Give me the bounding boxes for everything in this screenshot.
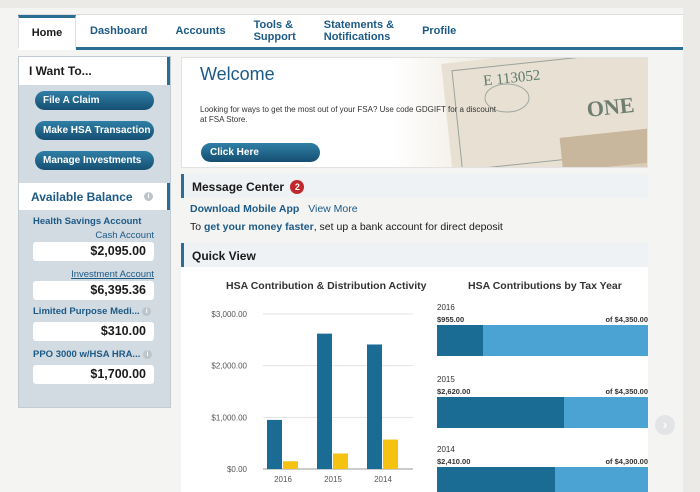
- quick-view-heading: Quick View: [181, 243, 648, 267]
- x-tick-label: 2015: [324, 475, 342, 484]
- limited-purpose-label: Limited Purpose Medi... i: [19, 306, 170, 317]
- nav-profile[interactable]: Profile: [408, 15, 470, 47]
- tax-amount-label: $2,410.00: [437, 457, 471, 466]
- manage-investments-button[interactable]: Manage Investments: [35, 151, 154, 170]
- nav-home[interactable]: Home: [18, 15, 76, 50]
- click-here-button[interactable]: Click Here: [201, 143, 320, 162]
- tax-year-chart-title: HSA Contributions by Tax Year: [468, 280, 622, 292]
- tax-limit-bar[interactable]: [437, 325, 648, 356]
- investment-account-link[interactable]: Investment Account: [19, 269, 170, 280]
- tax-limit-label: of $4,350.00: [605, 315, 648, 324]
- limited-purpose-balance: $310.00: [33, 322, 154, 341]
- right-strip: [683, 0, 700, 492]
- file-claim-button[interactable]: File A Claim: [35, 91, 154, 110]
- tax-limit-bar[interactable]: [437, 467, 648, 492]
- info-icon[interactable]: i: [144, 192, 153, 201]
- make-hsa-transaction-button[interactable]: Make HSA Transaction: [35, 121, 154, 140]
- sidebar: I Want To... File A Claim Make HSA Trans…: [18, 56, 171, 408]
- distribution-bar[interactable]: [383, 439, 398, 469]
- get-money-faster-link[interactable]: get your money faster: [204, 221, 314, 233]
- tax-contribution-bar[interactable]: [437, 325, 484, 356]
- ppo-hra-name: PPO 3000 w/HSA HRA...: [33, 349, 141, 360]
- distribution-bar[interactable]: [283, 461, 298, 469]
- tax-contribution-bar[interactable]: [437, 467, 556, 492]
- y-tick-label: $2,000.00: [211, 362, 247, 371]
- main-nav: Home Dashboard Accounts Tools & Support …: [18, 14, 683, 50]
- y-tick-label: $3,000.00: [211, 310, 247, 319]
- tax-limit-label: of $4,350.00: [605, 387, 648, 396]
- contribution-bar[interactable]: [267, 419, 282, 469]
- x-tick-label: 2016: [274, 475, 292, 484]
- tax-year-label: 2016: [437, 303, 455, 312]
- investment-balance: $6,395.36: [33, 281, 154, 300]
- tax-year-label: 2015: [437, 375, 455, 384]
- info-icon[interactable]: i: [143, 349, 152, 359]
- top-strip: [0, 0, 700, 8]
- hsa-account-label: Health Savings Account: [33, 216, 142, 227]
- msg-post: , set up a bank account for direct depos…: [313, 221, 503, 233]
- view-more-link[interactable]: View More: [308, 203, 357, 215]
- available-balance-heading: Available Balance i: [19, 183, 170, 210]
- bill-word: ONE: [585, 92, 635, 122]
- tax-amount-label: $2,620.00: [437, 387, 471, 396]
- message-center-heading: Message Center 2: [181, 174, 648, 198]
- i-want-to-heading: I Want To...: [19, 57, 170, 85]
- download-mobile-app-link[interactable]: Download Mobile App: [190, 203, 299, 215]
- distribution-bar[interactable]: [333, 453, 348, 470]
- cash-account-label: Cash Account: [95, 230, 154, 241]
- tax-limit-bar[interactable]: [437, 397, 648, 428]
- welcome-text: Looking for ways to get the most out of …: [200, 105, 496, 124]
- tax-contribution-bar[interactable]: [437, 397, 565, 428]
- tax-year-label: 2014: [437, 445, 455, 454]
- msg-pre: To: [190, 221, 205, 233]
- nav-tools-support[interactable]: Tools & Support: [240, 15, 310, 47]
- activity-chart: $0.00 $1,000.00 $2,000.00 $3,000.00 2016 2015…: [211, 310, 413, 484]
- info-icon[interactable]: i: [142, 306, 152, 316]
- available-balance-title: Available Balance: [31, 190, 133, 204]
- welcome-banner: E 113052 ONE Welcome Looking for ways to…: [181, 57, 648, 168]
- nav-dashboard[interactable]: Dashboard: [76, 15, 161, 47]
- tax-amount-label: $955.00: [437, 315, 465, 324]
- contribution-bar[interactable]: [367, 344, 382, 469]
- ppo-hra-label: PPO 3000 w/HSA HRA... i: [19, 349, 170, 360]
- tax-limit-label: of $4,300.00: [605, 457, 648, 466]
- y-tick-label: $0.00: [227, 465, 248, 474]
- ppo-hra-balance: $1,700.00: [33, 365, 154, 384]
- message-center-title: Message Center: [192, 180, 285, 194]
- next-arrow-icon[interactable]: ›: [655, 415, 675, 435]
- nav-statements-notifications[interactable]: Statements & Notifications: [310, 15, 408, 47]
- limited-purpose-name: Limited Purpose Medi...: [33, 306, 140, 317]
- message-count-badge: 2: [290, 180, 305, 194]
- direct-deposit-message: To get your money faster, set up a bank …: [190, 221, 503, 233]
- welcome-title: Welcome: [200, 64, 275, 84]
- message-links: Download Mobile App View More: [190, 203, 358, 215]
- nav-accounts[interactable]: Accounts: [161, 15, 239, 47]
- x-tick-label: 2014: [374, 475, 392, 484]
- contribution-bar[interactable]: [317, 333, 332, 469]
- y-tick-label: $1,000.00: [211, 413, 247, 422]
- cash-balance: $2,095.00: [33, 242, 154, 261]
